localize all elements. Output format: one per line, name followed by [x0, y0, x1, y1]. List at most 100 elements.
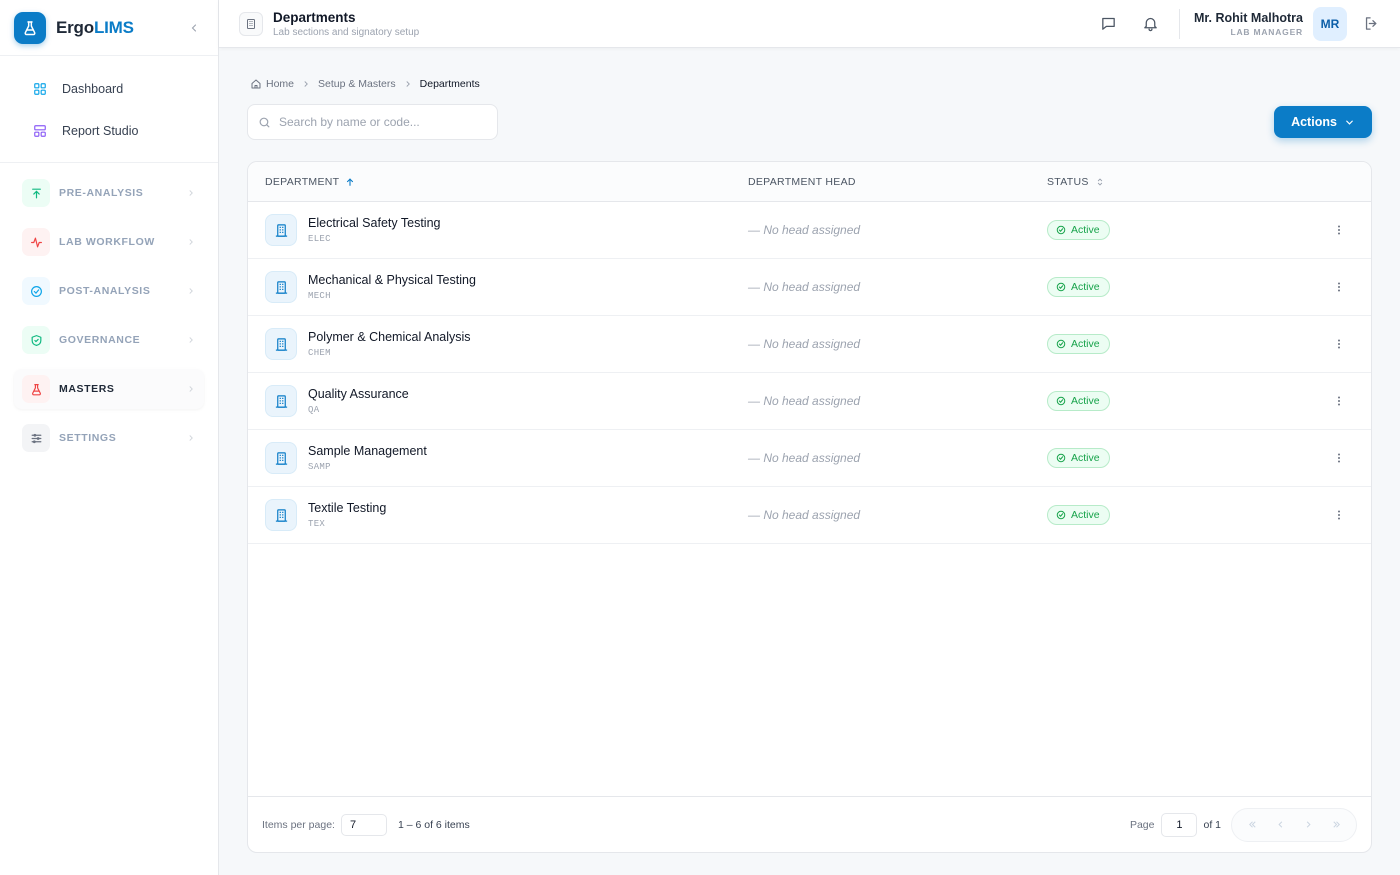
- items-per-page-label: Items per page:: [262, 818, 335, 831]
- status-label: Active: [1071, 224, 1100, 236]
- chevron-right-icon: [186, 335, 196, 345]
- header-right: Mr. Rohit Malhotra LAB MANAGER MR: [1079, 6, 1380, 41]
- department-code: CHEM: [308, 348, 331, 358]
- range-label: 1 – 6 of 6 items: [397, 818, 470, 831]
- column-label: DEPARTMENT: [265, 175, 340, 188]
- page-title-block: Departments Lab sections and signatory s…: [273, 10, 419, 38]
- activity-icon: [22, 228, 50, 256]
- table-row[interactable]: Quality Assurance QA — No head assigned …: [248, 373, 1371, 430]
- row-menu-cell: [1247, 224, 1371, 236]
- department-cell: Sample Management SAMP: [248, 442, 748, 474]
- department-name[interactable]: Quality Assurance: [308, 387, 409, 401]
- department-name[interactable]: Mechanical & Physical Testing: [308, 273, 476, 287]
- more-vertical-icon[interactable]: [1333, 452, 1345, 464]
- breadcrumb-parent[interactable]: Setup & Masters: [318, 78, 396, 90]
- building-icon: [265, 271, 297, 303]
- pagination: Page 1 of 1: [1129, 807, 1357, 842]
- department-name[interactable]: Sample Management: [308, 444, 427, 458]
- department-name[interactable]: Polymer & Chemical Analysis: [308, 330, 471, 344]
- search-input[interactable]: [279, 115, 479, 129]
- row-menu-cell: [1247, 338, 1371, 350]
- actions-button[interactable]: Actions: [1274, 106, 1372, 138]
- avatar[interactable]: MR: [1313, 6, 1347, 41]
- actions-label: Actions: [1291, 115, 1337, 129]
- group-label: SETTINGS: [59, 432, 117, 444]
- logout-icon[interactable]: [1363, 15, 1380, 32]
- collapse-sidebar-icon[interactable]: [184, 18, 204, 38]
- page-input[interactable]: 1: [1161, 812, 1198, 837]
- breadcrumb-home-label: Home: [266, 78, 295, 90]
- table-row[interactable]: Electrical Safety Testing ELEC — No head…: [248, 202, 1371, 259]
- department-code: MECH: [308, 291, 331, 301]
- sidebar-item-label: Report Studio: [62, 124, 139, 138]
- group-label: GOVERNANCE: [59, 334, 141, 346]
- chevron-down-icon: [1346, 120, 1353, 125]
- status-badge: Active: [1047, 220, 1110, 240]
- more-vertical-icon[interactable]: [1333, 395, 1345, 407]
- breadcrumb-home[interactable]: Home: [250, 78, 294, 90]
- more-vertical-icon[interactable]: [1333, 281, 1345, 293]
- status-label: Active: [1071, 509, 1100, 521]
- next-page-icon[interactable]: [1294, 813, 1322, 837]
- more-vertical-icon[interactable]: [1333, 509, 1345, 521]
- page-label: Page: [1129, 818, 1155, 831]
- sort-icon: [1097, 177, 1102, 186]
- items-per-page-input[interactable]: 7: [340, 813, 387, 836]
- column-department[interactable]: DEPARTMENT: [248, 176, 748, 188]
- table-row[interactable]: Textile Testing TEX — No head assigned A…: [248, 487, 1371, 544]
- department-cell: Polymer & Chemical Analysis CHEM: [248, 328, 748, 360]
- flask-logo-icon[interactable]: [14, 11, 46, 44]
- building-icon: [265, 499, 297, 531]
- sidebar-item-post-analysis[interactable]: POST-ANALYSIS: [14, 271, 204, 311]
- more-vertical-icon[interactable]: [1333, 338, 1345, 350]
- table-row[interactable]: Polymer & Chemical Analysis CHEM — No he…: [248, 316, 1371, 373]
- department-name[interactable]: Electrical Safety Testing: [308, 216, 440, 230]
- department-text: Mechanical & Physical Testing MECH: [308, 273, 476, 301]
- department-cell: Mechanical & Physical Testing MECH: [248, 271, 748, 303]
- department-head-cell: — No head assigned: [748, 451, 861, 465]
- pager-buttons: [1231, 807, 1357, 842]
- sidebar-item-report-studio[interactable]: Report Studio: [14, 110, 204, 152]
- department-head-cell: — No head assigned: [748, 337, 861, 351]
- row-menu-cell: [1247, 281, 1371, 293]
- last-page-icon[interactable]: [1322, 813, 1350, 837]
- sidebar-item-lab-workflow[interactable]: LAB WORKFLOW: [14, 222, 204, 262]
- sidebar-item-dashboard[interactable]: Dashboard: [14, 68, 204, 110]
- building-icon: [239, 11, 263, 36]
- table-body: Electrical Safety Testing ELEC — No head…: [248, 202, 1371, 544]
- department-name[interactable]: Textile Testing: [308, 501, 386, 515]
- sidebar-item-label: Dashboard: [62, 82, 124, 96]
- breadcrumb-current: Departments: [419, 78, 480, 90]
- table-row[interactable]: Sample Management SAMP — No head assigne…: [248, 430, 1371, 487]
- department-cell: Electrical Safety Testing ELEC: [248, 214, 748, 246]
- department-head-cell: — No head assigned: [748, 508, 861, 522]
- status-cell: Active: [1047, 391, 1247, 411]
- sidebar-item-pre-analysis[interactable]: PRE-ANALYSIS: [14, 173, 204, 213]
- department-text: Electrical Safety Testing ELEC: [308, 216, 440, 244]
- building-icon: [265, 442, 297, 474]
- flask-icon: [22, 375, 50, 403]
- sidebar-top-links: Dashboard Report Studio: [0, 56, 218, 163]
- user-info[interactable]: Mr. Rohit Malhotra LAB MANAGER: [1194, 11, 1303, 37]
- top-header: Departments Lab sections and signatory s…: [219, 0, 1400, 48]
- sliders-icon: [22, 424, 50, 452]
- sidebar-item-masters[interactable]: MASTERS: [14, 369, 204, 409]
- column-status[interactable]: STATUS: [1047, 176, 1247, 188]
- message-icon[interactable]: [1097, 12, 1121, 36]
- group-label: MASTERS: [59, 383, 115, 395]
- first-page-icon[interactable]: [1238, 813, 1266, 837]
- prev-page-icon[interactable]: [1266, 813, 1294, 837]
- layout-icon: [32, 123, 48, 139]
- status-cell: Active: [1047, 277, 1247, 297]
- sidebar-item-governance[interactable]: GOVERNANCE: [14, 320, 204, 360]
- table-row[interactable]: Mechanical & Physical Testing MECH — No …: [248, 259, 1371, 316]
- status-cell: Active: [1047, 220, 1247, 240]
- more-vertical-icon[interactable]: [1333, 224, 1345, 236]
- search-box: [247, 104, 498, 140]
- shield-check-icon: [22, 326, 50, 354]
- sidebar-item-settings[interactable]: SETTINGS: [14, 418, 204, 458]
- bell-icon[interactable]: [1139, 12, 1163, 36]
- group-label: POST-ANALYSIS: [59, 285, 151, 297]
- home-icon: [251, 79, 261, 89]
- sidebar-groups: PRE-ANALYSIS LAB WORKFLOW POST-ANALYSIS …: [14, 173, 204, 458]
